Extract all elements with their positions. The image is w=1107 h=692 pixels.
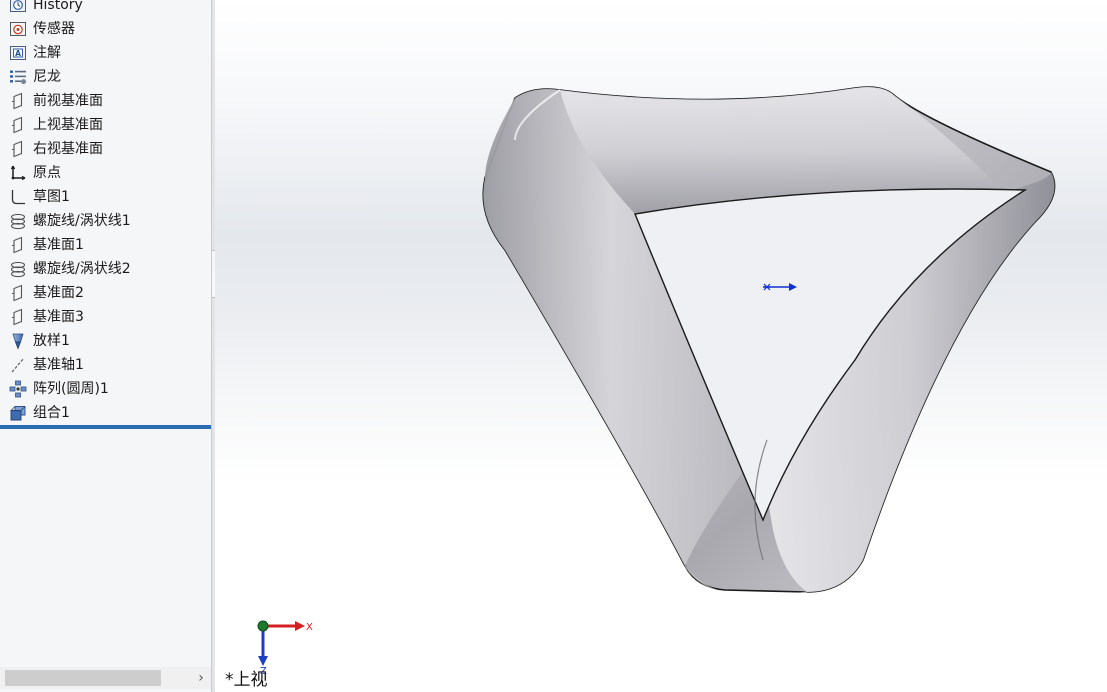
tree-item-label: 基准轴1: [33, 357, 84, 373]
axis-icon: [8, 355, 28, 375]
view-orientation-label: *上视: [225, 670, 268, 690]
tree-item-label: 基准面2: [33, 285, 84, 301]
scrollbar-thumb[interactable]: [5, 670, 161, 686]
material-icon: [8, 67, 28, 87]
triad-x-label: X: [306, 622, 313, 633]
tree-item-label: 螺旋线/涡状线1: [33, 213, 131, 229]
tree-item-label: 组合1: [33, 405, 70, 421]
tree-item-label: 原点: [33, 165, 61, 181]
tree-item-label: 上视基准面: [33, 117, 103, 133]
origin-icon: [8, 163, 28, 183]
rollback-bar[interactable]: [0, 425, 211, 429]
combine-icon: [8, 403, 28, 423]
svg-text:A: A: [15, 49, 21, 58]
reference-triad: X Z: [257, 620, 313, 676]
plane-icon: [8, 307, 28, 327]
circular-pattern-icon: [8, 379, 28, 399]
tree-item-label: 放样1: [33, 333, 70, 349]
plane-icon: [8, 91, 28, 111]
tree-item-material[interactable]: 尼龙: [0, 65, 211, 89]
tree-horizontal-scrollbar[interactable]: ›: [0, 667, 211, 689]
tree-item-label: History: [33, 0, 83, 13]
tree-item-helix2[interactable]: 螺旋线/涡状线2: [0, 257, 211, 281]
tree-item-axis1[interactable]: 基准轴1: [0, 353, 211, 377]
tree-item-combine1[interactable]: 组合1: [0, 401, 211, 425]
tree-item-label: 注解: [33, 45, 61, 61]
tree-item-annotations[interactable]: A 注解: [0, 41, 211, 65]
loft-icon: [8, 331, 28, 351]
tree-item-plane2[interactable]: 基准面2: [0, 281, 211, 305]
triangular-ribbon-model[interactable]: [215, 0, 1107, 692]
history-icon: [8, 0, 28, 15]
tree-item-label: 基准面3: [33, 309, 84, 325]
tree-item-right-plane[interactable]: 右视基准面: [0, 137, 211, 161]
feature-manager-tree: History 传感器 A 注解 尼龙 前视基准面 上视基准面 右视基准面 原点…: [0, 0, 211, 692]
helix-icon: [8, 259, 28, 279]
plane-icon: [8, 115, 28, 135]
tree-item-helix1[interactable]: 螺旋线/涡状线1: [0, 209, 211, 233]
tree-item-label: 基准面1: [33, 237, 84, 253]
plane-icon: [8, 235, 28, 255]
sketch-icon: [8, 187, 28, 207]
tree-item-label: 草图1: [33, 189, 70, 205]
tree-item-label: 前视基准面: [33, 93, 103, 109]
tree-item-plane3[interactable]: 基准面3: [0, 305, 211, 329]
tree-item-loft1[interactable]: 放样1: [0, 329, 211, 353]
annotation-icon: A: [8, 43, 28, 63]
tree-item-sketch1[interactable]: 草图1: [0, 185, 211, 209]
plane-icon: [8, 283, 28, 303]
tree-item-history[interactable]: History: [0, 0, 211, 17]
tree-item-circular-pattern1[interactable]: 阵列(圆周)1: [0, 377, 211, 401]
tree-item-label: 尼龙: [33, 69, 61, 85]
graphics-viewport[interactable]: X Z *上视: [215, 0, 1107, 692]
sensor-icon: [8, 19, 28, 39]
tree-item-label: 右视基准面: [33, 141, 103, 157]
tree-item-sensors[interactable]: 传感器: [0, 17, 211, 41]
tree-item-plane1[interactable]: 基准面1: [0, 233, 211, 257]
tree-item-label: 阵列(圆周)1: [33, 381, 109, 397]
tree-item-label: 传感器: [33, 21, 75, 37]
plane-icon: [8, 139, 28, 159]
scroll-right-arrow-icon[interactable]: ›: [193, 668, 209, 688]
tree-item-top-plane[interactable]: 上视基准面: [0, 113, 211, 137]
feature-tree-list: History 传感器 A 注解 尼龙 前视基准面 上视基准面 右视基准面 原点…: [0, 0, 211, 425]
tree-item-label: 螺旋线/涡状线2: [33, 261, 131, 277]
tree-item-front-plane[interactable]: 前视基准面: [0, 89, 211, 113]
tree-item-origin[interactable]: 原点: [0, 161, 211, 185]
helix-icon: [8, 211, 28, 231]
